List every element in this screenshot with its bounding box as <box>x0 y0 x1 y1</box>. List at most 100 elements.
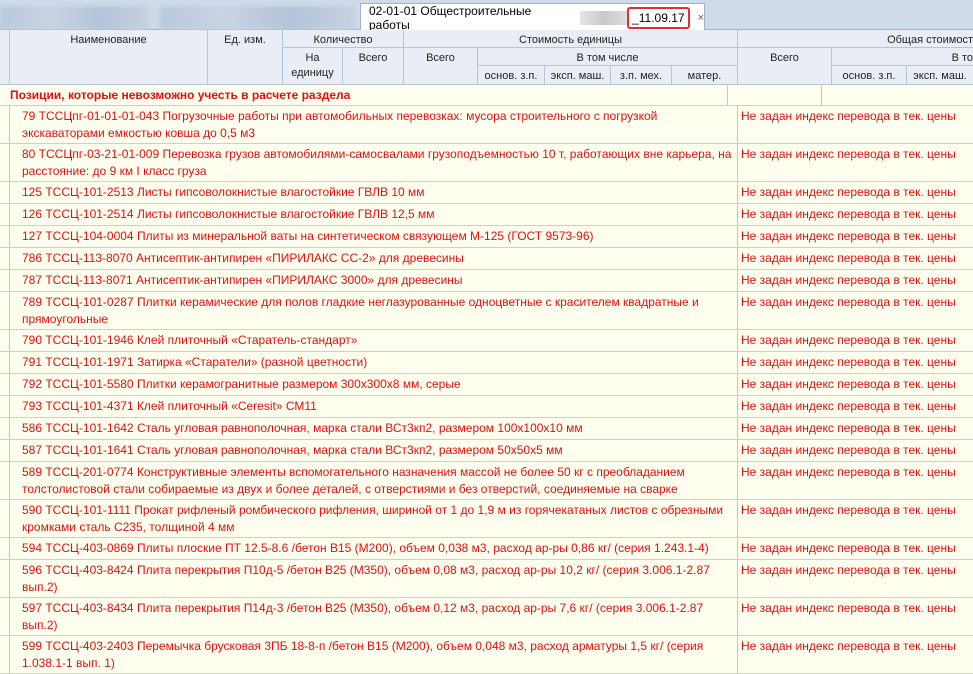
active-document-tab[interactable]: 02-01-01 Общестроительные работы_ _11.09… <box>360 3 705 32</box>
col-uc-mater[interactable]: матер. <box>672 66 738 85</box>
row-stub <box>0 538 10 559</box>
position-name: 596 ТССЦ-403-8424 Плита перекрытия П10д-… <box>10 560 738 597</box>
col-uc-osn-zp[interactable]: основ. з.п. <box>478 66 545 85</box>
table-row[interactable]: 127 ТССЦ-104-0004 Плиты из минеральной в… <box>0 226 973 248</box>
close-tab-icon[interactable]: × <box>698 12 704 24</box>
error-message: Не задан индекс перевода в тек. цены <box>741 563 956 577</box>
table-row[interactable]: 790 ТССЦ-101-1946 Клей плиточный «Старат… <box>0 330 973 352</box>
tab-title: 02-01-01 Общестроительные работы_ <box>369 3 532 32</box>
col-total-cost: Общая стоимост <box>738 30 973 48</box>
col-tc-total[interactable]: Всего <box>738 48 832 85</box>
position-name: 792 ТССЦ-101-5580 Плитки керамогранитные… <box>10 374 738 395</box>
table-header: Наименование Ед. изм. Количество На един… <box>0 30 973 85</box>
row-stub <box>0 352 10 373</box>
section-title: Позиции, которые невозможно учесть в рас… <box>0 85 728 105</box>
table-row[interactable]: 792 ТССЦ-101-5580 Плитки керамогранитные… <box>0 374 973 396</box>
error-message: Не задан индекс перевода в тек. цены <box>741 639 956 653</box>
error-message: Не задан индекс перевода в тек. цены <box>741 229 956 243</box>
row-stub <box>0 248 10 269</box>
row-stub <box>0 560 10 597</box>
col-qty-total[interactable]: Всего <box>343 48 404 85</box>
empty-cell <box>728 85 822 105</box>
row-stub <box>0 204 10 225</box>
position-name: 80 ТССЦпг-03-21-01-009 Перевозка грузов … <box>10 144 738 181</box>
table-row[interactable]: 126 ТССЦ-101-2514 Листы гипсоволокнистые… <box>0 204 973 226</box>
col-uc-incl: В том числе <box>478 48 738 66</box>
row-stub <box>0 374 10 395</box>
table-row[interactable]: 599 ТССЦ-403-2403 Перемычка брусковая 3П… <box>0 636 973 674</box>
col-tc-eksp-mash[interactable]: эксп. маш. <box>907 66 973 85</box>
table-row[interactable]: 596 ТССЦ-403-8424 Плита перекрытия П10д-… <box>0 560 973 598</box>
col-uc-eksp-mash[interactable]: эксп. маш. <box>545 66 611 85</box>
row-stub <box>0 418 10 439</box>
document-tab-bar: 02-01-01 Общестроительные работы_ _11.09… <box>0 0 973 32</box>
table-row[interactable]: 80 ТССЦпг-03-21-01-009 Перевозка грузов … <box>0 144 973 182</box>
position-name: 79 ТССЦпг-01-01-01-043 Погрузочные работ… <box>10 106 738 143</box>
section-row[interactable]: Позиции, которые невозможно учесть в рас… <box>0 85 973 106</box>
col-qty: Количество <box>283 30 404 48</box>
row-stub <box>0 500 10 537</box>
col-qty-per-unit[interactable]: На единицу <box>283 48 343 85</box>
position-name: 791 ТССЦ-101-1971 Затирка «Старатели» (р… <box>10 352 738 373</box>
position-name: 586 ТССЦ-101-1642 Сталь угловая равнопол… <box>10 418 738 439</box>
col-unit[interactable]: Ед. изм. <box>208 30 283 85</box>
error-message: Не задан индекс перевода в тек. цены <box>741 399 956 413</box>
table-row[interactable]: 587 ТССЦ-101-1641 Сталь угловая равнопол… <box>0 440 973 462</box>
row-stub <box>0 396 10 417</box>
table-row[interactable]: 589 ТССЦ-201-0774 Конструктивные элемент… <box>0 462 973 500</box>
table-row[interactable]: 786 ТССЦ-113-8070 Антисептик-антипирен «… <box>0 248 973 270</box>
row-stub <box>0 330 10 351</box>
error-message: Не задан индекс перевода в тек. цены <box>741 377 956 391</box>
row-stub <box>0 226 10 247</box>
position-name: 597 ТССЦ-403-8434 Плита перекрытия П14д-… <box>10 598 738 635</box>
row-stub <box>0 270 10 291</box>
position-name: 125 ТССЦ-101-2513 Листы гипсоволокнистые… <box>10 182 738 203</box>
error-message: Не задан индекс перевода в тек. цены <box>741 355 956 369</box>
error-message: Не задан индекс перевода в тек. цены <box>741 333 956 347</box>
row-header-stub <box>0 30 10 85</box>
position-name: 590 ТССЦ-101-1111 Прокат рифленый ромбич… <box>10 500 738 537</box>
table-body: Позиции, которые невозможно учесть в рас… <box>0 85 973 674</box>
table-row[interactable]: 594 ТССЦ-403-0869 Плиты плоские ПТ 12.5-… <box>0 538 973 560</box>
table-row[interactable]: 793 ТССЦ-101-4371 Клей плиточный «Ceresi… <box>0 396 973 418</box>
table-row[interactable]: 787 ТССЦ-113-8071 Антисептик-антипирен «… <box>0 270 973 292</box>
row-stub <box>0 144 10 181</box>
error-message: Не задан индекс перевода в тек. цены <box>741 273 956 287</box>
row-stub <box>0 598 10 635</box>
table-row[interactable]: 597 ТССЦ-403-8434 Плита перекрытия П14д-… <box>0 598 973 636</box>
error-message: Не задан индекс перевода в тек. цены <box>741 541 956 555</box>
tab-date-highlight: _11.09.17 <box>627 6 690 29</box>
row-stub <box>0 106 10 143</box>
error-message: Не задан индекс перевода в тек. цены <box>741 147 956 161</box>
col-uc-total[interactable]: Всего <box>404 48 478 85</box>
table-row[interactable]: 789 ТССЦ-101-0287 Плитки керамические дл… <box>0 292 973 330</box>
error-message: Не задан индекс перевода в тек. цены <box>741 251 956 265</box>
row-stub <box>0 182 10 203</box>
error-message: Не задан индекс перевода в тек. цены <box>741 295 956 309</box>
table-row[interactable]: 590 ТССЦ-101-1111 Прокат рифленый ромбич… <box>0 500 973 538</box>
position-name: 587 ТССЦ-101-1641 Сталь угловая равнопол… <box>10 440 738 461</box>
position-name: 793 ТССЦ-101-4371 Клей плиточный «Ceresi… <box>10 396 738 417</box>
col-tc-osn-zp[interactable]: основ. з.п. <box>832 66 907 85</box>
table-row[interactable]: 125 ТССЦ-101-2513 Листы гипсоволокнистые… <box>0 182 973 204</box>
row-stub <box>0 292 10 329</box>
table-row[interactable]: 586 ТССЦ-101-1642 Сталь угловая равнопол… <box>0 418 973 440</box>
col-tc-incl: В то <box>832 48 973 66</box>
error-message: Не задан индекс перевода в тек. цены <box>741 601 956 615</box>
blurred-tab[interactable] <box>160 6 355 30</box>
col-uc-zp-meh[interactable]: з.п. мех. <box>611 66 672 85</box>
col-name[interactable]: Наименование <box>10 30 208 85</box>
position-name: 787 ТССЦ-113-8071 Антисептик-антипирен «… <box>10 270 738 291</box>
position-name: 789 ТССЦ-101-0287 Плитки керамические дл… <box>10 292 738 329</box>
position-name: 594 ТССЦ-403-0869 Плиты плоские ПТ 12.5-… <box>10 538 738 559</box>
table-row[interactable]: 79 ТССЦпг-01-01-01-043 Погрузочные работ… <box>0 106 973 144</box>
error-message: Не задан индекс перевода в тек. цены <box>741 421 956 435</box>
blurred-tab[interactable] <box>0 6 150 30</box>
position-name: 126 ТССЦ-101-2514 Листы гипсоволокнистые… <box>10 204 738 225</box>
table-row[interactable]: 791 ТССЦ-101-1971 Затирка «Старатели» (р… <box>0 352 973 374</box>
error-message: Не задан индекс перевода в тек. цены <box>741 465 956 479</box>
error-message: Не задан индекс перевода в тек. цены <box>741 109 956 123</box>
row-stub <box>0 636 10 673</box>
position-name: 786 ТССЦ-113-8070 Антисептик-антипирен «… <box>10 248 738 269</box>
error-message: Не задан индекс перевода в тек. цены <box>741 207 956 221</box>
